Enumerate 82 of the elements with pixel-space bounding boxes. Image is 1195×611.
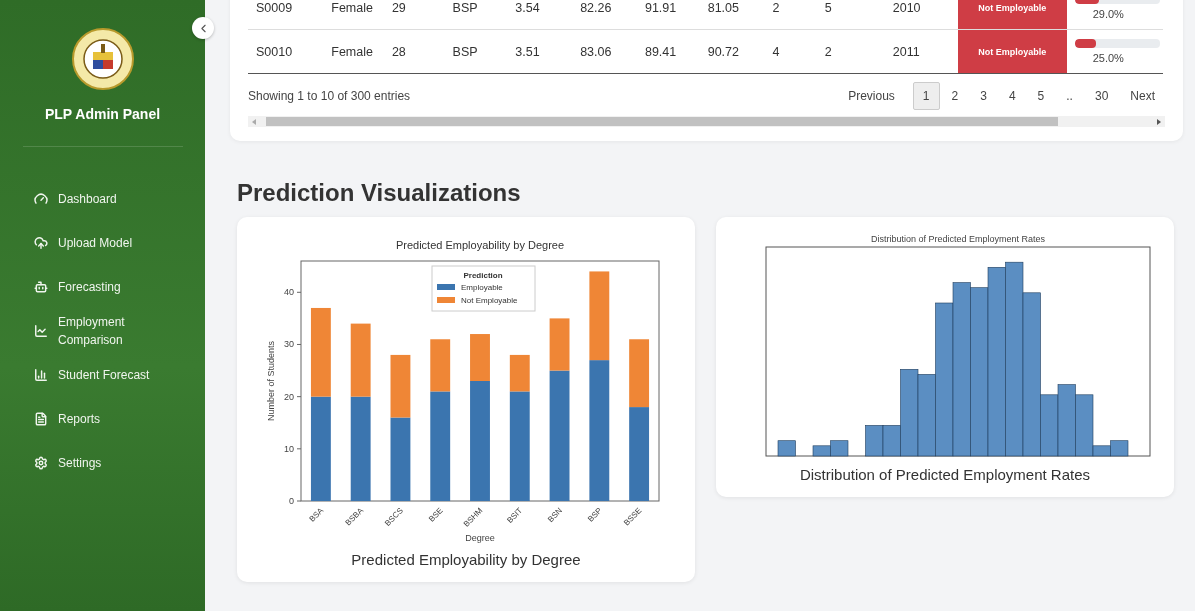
page-button[interactable]: .. (1056, 82, 1083, 110)
histogram-bar (812, 445, 831, 457)
bar (390, 354, 411, 418)
nav-item[interactable]: Employment Comparison (34, 309, 205, 353)
entries-info: Showing 1 to 10 of 300 entries (248, 89, 411, 103)
table-cell: 28 (383, 29, 445, 74)
table-cell: 89.41 (636, 29, 700, 74)
dashboard-icon (34, 192, 48, 206)
chart-caption: Predicted Employability by Degree (351, 551, 581, 568)
table-cell: 90.72 (699, 29, 765, 74)
y-tick-label: 10 (283, 443, 294, 454)
y-tick: 10 (284, 443, 302, 454)
table-cell: S0010 (248, 29, 324, 74)
chart-title: Distribution of Predicted Employment Rates (870, 234, 1046, 244)
y-tick-label: 40 (283, 287, 294, 298)
nav-item[interactable]: Upload Model (34, 221, 205, 265)
robot-icon (34, 280, 48, 294)
table-cell: 81.05 (699, 0, 765, 30)
y-tick-label: 30 (283, 339, 294, 350)
bars-icon (34, 368, 48, 382)
page-button[interactable]: 5 (1027, 82, 1055, 110)
table-cell: 3.54 (507, 0, 573, 30)
page-button[interactable]: 4 (998, 82, 1026, 110)
nav-item[interactable]: Student Forecast (34, 353, 205, 397)
table-cell: BSP (444, 0, 508, 30)
line-icon (34, 324, 48, 338)
table-cell: 83.06 (572, 29, 637, 74)
page-button[interactable]: 1 (912, 82, 940, 110)
table-cell: 82.26 (572, 0, 637, 30)
gear-icon (34, 456, 48, 470)
table-cell: BSP (444, 29, 508, 74)
histogram-bar (777, 440, 796, 457)
table-cell: S0009 (248, 0, 324, 30)
sidebar-title: PLP Admin Panel (44, 106, 161, 122)
y-tick: 20 (284, 391, 302, 402)
y-tick-label: 0 (288, 496, 294, 506)
table-cell: 29 (383, 0, 445, 30)
table-cell: Female (323, 0, 384, 30)
histogram-bar (830, 440, 849, 457)
legend-label: Employable (461, 283, 504, 292)
y-axis-label: Number of Students (266, 341, 276, 421)
scrollbar[interactable] (248, 116, 1165, 127)
page-button[interactable]: 30 (1084, 82, 1119, 110)
histogram-bar (865, 425, 884, 457)
chart-title: Prediction (463, 271, 503, 280)
nav-item[interactable]: Settings (34, 441, 205, 485)
table-cell: Female (323, 29, 384, 74)
collapse-button[interactable] (192, 17, 214, 39)
y-tick: 0 (289, 496, 302, 506)
table-cell: 2 (764, 0, 817, 30)
percentage: 25.0% (1092, 52, 1125, 64)
x-tick-label: BSA (307, 506, 326, 524)
percentage: 29.0% (1092, 8, 1125, 20)
y-tick: 40 (284, 287, 302, 298)
table-cell: 91.91 (636, 0, 700, 30)
histogram-bar (1110, 440, 1129, 457)
table-cell: 4 (764, 29, 817, 74)
bar (629, 339, 650, 408)
seal-logo (71, 28, 134, 90)
previous-button[interactable]: Previous (838, 82, 905, 110)
y-tick-label: 20 (283, 391, 294, 402)
page-button[interactable]: 2 (941, 82, 969, 110)
next-button[interactable]: Next (1120, 82, 1165, 110)
legend-label: Not Employable (461, 296, 519, 305)
table-cell: 2 (816, 29, 885, 74)
chart-caption: Distribution of Predicted Employment Rates (799, 466, 1091, 483)
prediction-badge: Not Employable (957, 0, 1067, 30)
upload-icon (34, 236, 48, 250)
file-icon (34, 412, 48, 426)
page-button[interactable]: 3 (970, 82, 997, 110)
table-cell: 3.51 (507, 29, 573, 74)
nav-item[interactable]: Dashboard (34, 177, 205, 221)
table-cell: 5 (816, 0, 885, 30)
chart-title: Predicted Employability by Degree (395, 239, 565, 251)
table-cell: 2011 (884, 29, 958, 74)
nav-item[interactable]: Reports (34, 397, 205, 441)
y-tick: 30 (284, 339, 302, 350)
section-title: Prediction Visualizations (237, 179, 522, 207)
x-axis-label: Degree (465, 533, 495, 543)
nav-item[interactable]: Forecasting (34, 265, 205, 309)
table-cell: 2010 (884, 0, 958, 30)
prediction-badge: Not Employable (957, 29, 1067, 74)
